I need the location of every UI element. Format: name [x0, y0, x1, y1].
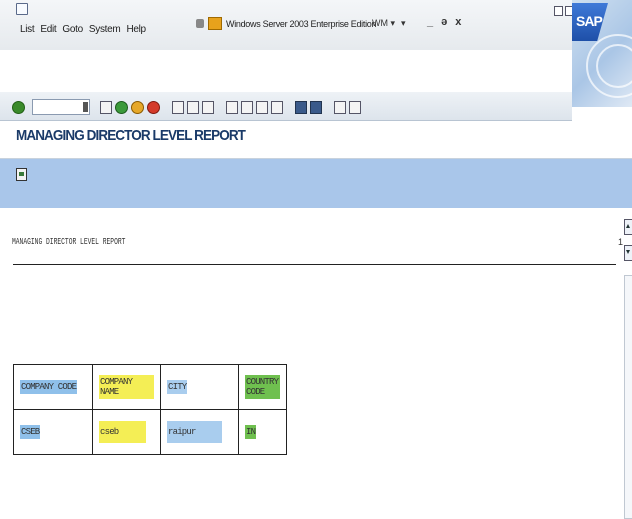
shortcut-icon[interactable] — [310, 100, 322, 114]
sap-logo-area: SAP — [572, 0, 632, 107]
next-page-icon[interactable] — [256, 100, 268, 114]
cell-city[interactable]: raipur — [167, 421, 222, 443]
table-row: CSEB cseb raipur IN — [13, 409, 287, 455]
help-icon[interactable] — [334, 100, 346, 114]
cell-company-code[interactable]: CSEB — [20, 425, 41, 439]
cell-company-name[interactable]: cseb — [99, 421, 147, 443]
table-cell: cseb — [92, 409, 161, 455]
find-icon[interactable] — [187, 100, 199, 114]
table-cell: IN — [238, 409, 287, 455]
scroll-down-icon[interactable] — [624, 245, 632, 261]
swirl-decoration-inner — [596, 44, 632, 88]
menu-system[interactable]: System — [89, 24, 121, 35]
enter-icon[interactable] — [12, 100, 25, 114]
command-dropdown-icon[interactable] — [83, 102, 88, 112]
page-title: MANAGING DIRECTOR LEVEL REPORT — [16, 127, 246, 144]
scroll-track[interactable] — [624, 275, 632, 519]
cell-country-code[interactable]: IN — [245, 425, 257, 439]
standard-toolbar — [0, 92, 572, 121]
layout-menu-icon[interactable] — [349, 100, 361, 114]
report-heading: MANAGING DIRECTOR LEVEL REPORT — [12, 237, 126, 247]
sap-logo: SAP — [572, 3, 608, 41]
table-cell: CSEB — [13, 409, 93, 455]
menu: List Edit Goto System Help — [20, 24, 146, 35]
menu-list[interactable]: List — [20, 24, 35, 35]
language-selector[interactable]: WM ▾ — [372, 18, 395, 29]
menu-help[interactable]: Help — [126, 24, 146, 35]
page-number: 1 — [618, 237, 624, 247]
previous-page-icon[interactable] — [241, 100, 253, 114]
back-icon[interactable] — [115, 100, 128, 114]
report-table: COMPANY CODE COMPANY NAME CITY COUNTRY C… — [13, 364, 287, 455]
pin-icon[interactable] — [196, 19, 204, 28]
last-page-icon[interactable] — [271, 100, 283, 114]
command-field[interactable] — [32, 99, 90, 115]
save-icon[interactable] — [100, 100, 112, 114]
session-title: Windows Server 2003 Enterprise Edition — [226, 18, 377, 29]
table-header-row: COMPANY CODE COMPANY NAME CITY COUNTRY C… — [13, 364, 287, 410]
report-heading-rule — [13, 264, 616, 265]
column-country-code[interactable]: COUNTRY CODE — [245, 375, 280, 399]
table-cell: raipur — [160, 409, 239, 455]
gui-minimize-icon[interactable] — [554, 6, 563, 16]
menu-edit[interactable]: Edit — [40, 24, 56, 35]
column-city[interactable]: CITY — [167, 380, 188, 394]
new-session-icon[interactable] — [295, 100, 307, 114]
print-list-icon[interactable] — [16, 168, 27, 181]
cancel-icon[interactable] — [147, 100, 160, 114]
system-menu-icon[interactable] — [16, 3, 28, 15]
remote-session-title: Windows Server 2003 Enterprise Edition — [196, 17, 376, 30]
first-page-icon[interactable] — [226, 100, 238, 114]
windows-icon — [208, 17, 222, 30]
sap-logo-text: SAP — [576, 13, 603, 29]
window-controls: _ ə x — [427, 16, 461, 28]
session-tray: WM ▾ ▾ — [372, 18, 406, 29]
header-cell: COMPANY NAME — [92, 364, 161, 410]
close-button[interactable]: x — [455, 16, 461, 28]
scroll-up-icon[interactable] — [624, 219, 632, 235]
find-next-icon[interactable] — [202, 100, 214, 114]
minimize-button[interactable]: _ — [427, 16, 433, 28]
header-cell: COUNTRY CODE — [238, 364, 287, 410]
column-company-code[interactable]: COMPANY CODE — [20, 380, 78, 394]
restore-button[interactable]: ə — [441, 16, 447, 28]
menu-goto[interactable]: Goto — [62, 24, 83, 35]
menu-bar: List Edit Goto System Help Windows Serve… — [0, 0, 632, 50]
column-company-name[interactable]: COMPANY NAME — [99, 375, 154, 399]
application-toolbar — [0, 159, 632, 208]
exit-icon[interactable] — [131, 100, 144, 114]
header-cell: CITY — [160, 364, 239, 410]
header-cell: COMPANY CODE — [13, 364, 93, 410]
mic-dropdown[interactable]: ▾ — [401, 18, 406, 29]
vertical-scrollbar[interactable] — [624, 219, 632, 519]
print-icon[interactable] — [172, 100, 184, 114]
